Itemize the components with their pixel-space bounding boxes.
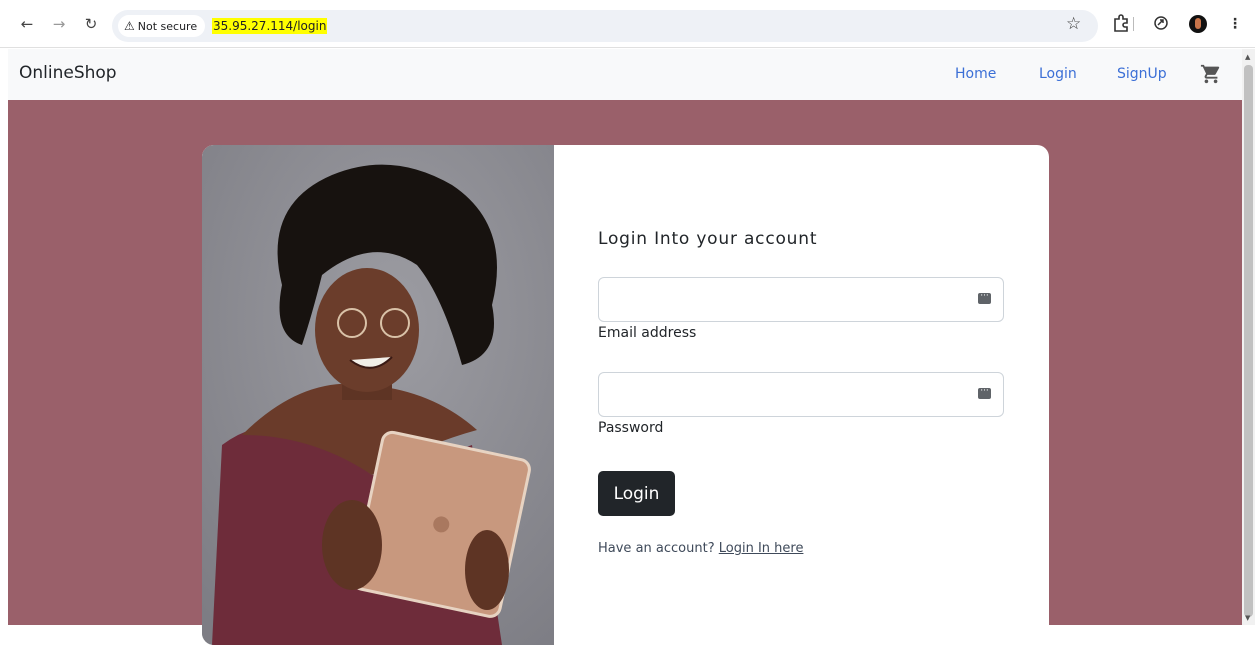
password-field[interactable] bbox=[598, 372, 1004, 417]
reload-icon[interactable]: ↻ bbox=[81, 14, 101, 34]
scroll-thumb[interactable] bbox=[1244, 65, 1253, 617]
profile-avatar[interactable] bbox=[1189, 15, 1207, 33]
nav-link-home[interactable]: Home bbox=[955, 66, 996, 82]
back-arrow-icon[interactable]: ← bbox=[17, 14, 37, 34]
password-key-icon[interactable] bbox=[978, 290, 991, 304]
have-account-prompt: Have an account? bbox=[598, 541, 715, 556]
browser-toolbar: ← → ↻ ⚠ Not secure 35.95.27.114/login ☆ ⋮ bbox=[0, 0, 1255, 48]
login-link[interactable]: Login In here bbox=[719, 541, 804, 556]
address-bar[interactable]: ⚠ Not secure 35.95.27.114/login bbox=[112, 10, 1098, 42]
page-scrollbar[interactable]: ▲ ▼ bbox=[1242, 49, 1255, 625]
email-field[interactable] bbox=[598, 277, 1004, 322]
url-text[interactable]: 35.95.27.114/login bbox=[212, 18, 328, 34]
warning-icon: ⚠ bbox=[124, 19, 135, 33]
nav-link-signup[interactable]: SignUp bbox=[1117, 66, 1167, 82]
have-account-text: Have an account? Login In here bbox=[598, 541, 803, 556]
forward-arrow-icon[interactable]: → bbox=[49, 14, 69, 34]
shopping-cart-icon[interactable] bbox=[1200, 63, 1224, 85]
email-input[interactable] bbox=[599, 278, 1003, 321]
security-chip[interactable]: ⚠ Not secure bbox=[118, 15, 206, 37]
password-key-icon[interactable] bbox=[978, 385, 991, 399]
form-title: Login Into your account bbox=[598, 229, 818, 249]
email-label: Email address bbox=[598, 325, 697, 341]
nav-link-login[interactable]: Login bbox=[1039, 66, 1077, 82]
extensions-icon[interactable] bbox=[1111, 14, 1131, 34]
bookmark-star-icon[interactable]: ☆ bbox=[1066, 13, 1081, 35]
sync-icon[interactable] bbox=[1151, 14, 1171, 34]
scroll-up-icon[interactable]: ▲ bbox=[1245, 54, 1252, 61]
password-label: Password bbox=[598, 420, 664, 436]
hero-photo bbox=[202, 145, 554, 645]
security-label: Not secure bbox=[137, 20, 198, 33]
toolbar-divider bbox=[1133, 17, 1134, 31]
password-input[interactable] bbox=[599, 373, 1003, 416]
login-button[interactable]: Login bbox=[598, 471, 675, 516]
site-navbar: OnlineShop Home Login SignUp bbox=[8, 49, 1242, 100]
login-card: Login Into your account Email address Pa… bbox=[202, 145, 1049, 645]
brand-logo[interactable]: OnlineShop bbox=[19, 63, 117, 83]
scroll-down-icon[interactable]: ▼ bbox=[1245, 615, 1252, 622]
menu-dots-icon[interactable]: ⋮ bbox=[1225, 14, 1245, 34]
